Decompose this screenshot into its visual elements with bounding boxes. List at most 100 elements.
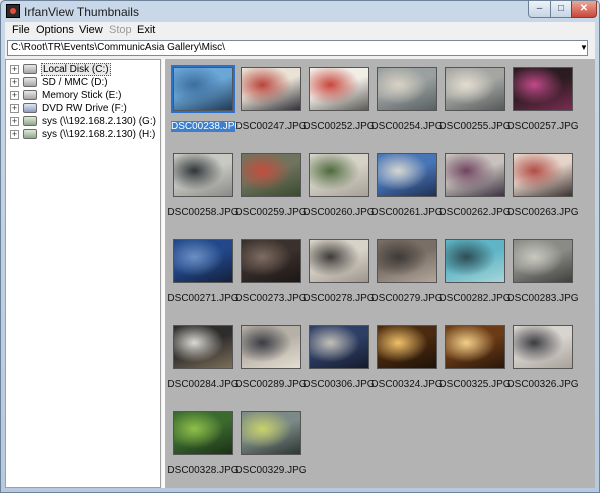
thumbnail-image[interactable] [309,153,369,197]
thumbnail-image[interactable] [513,325,573,369]
thumbnail-item[interactable]: DSC00306.JPG [303,317,375,403]
removable-drive-icon [23,77,37,87]
thumbnail-image[interactable] [241,67,301,111]
thumbnail-item[interactable]: DSC00328.JPG [167,403,239,489]
thumbnail-image[interactable] [241,153,301,197]
thumbnail-filename: DSC00324.JPG [371,379,443,390]
thumbnail-image[interactable] [513,239,573,283]
thumbnail-image[interactable] [445,153,505,197]
tree-item-drive[interactable]: + Local Disk (C:) [6,63,162,76]
thumbnail-item[interactable]: DSC00257.JPG [507,59,579,145]
thumbnail-filename: DSC00262.JPG [439,207,511,218]
thumbnail-item[interactable]: DSC00252.JPG [303,59,375,145]
menu-options[interactable]: Options [36,24,74,36]
thumbnail-item[interactable]: DSC00259.JPG [235,145,307,231]
minimize-button[interactable]: – [528,1,551,18]
thumbnail-image[interactable] [377,153,437,197]
thumbnail-filename: DSC00263.JPG [507,207,579,218]
tree-item-drive[interactable]: + SD / MMC (D:) [6,76,162,89]
menu-bar: File Options View Stop Exit [5,22,595,40]
tree-item-label: Memory Stick (E:) [42,90,122,101]
thumbnail-item[interactable]: DSC00255.JPG [439,59,511,145]
thumbnail-item[interactable]: DSC00278.JPG [303,231,375,317]
menu-exit[interactable]: Exit [137,24,155,36]
expand-plus-icon[interactable]: + [10,91,19,100]
expand-plus-icon[interactable]: + [10,104,19,113]
thumbnail-image[interactable] [377,67,437,111]
expand-plus-icon[interactable]: + [10,78,19,87]
thumbnail-item[interactable]: DSC00247.JPG [235,59,307,145]
thumbnail-filename: DSC00260.JPG [303,207,375,218]
thumbnail-item[interactable]: DSC00254.JPG [371,59,443,145]
hard-drive-icon [23,64,37,74]
thumbnail-filename: DSC00306.JPG [303,379,375,390]
chevron-down-icon[interactable]: ▼ [578,41,590,55]
network-drive-icon [23,129,37,139]
thumbnail-grid[interactable]: DSC00238.JPG DSC00247.JPG DSC00252.JPG DSC0… [165,59,595,488]
tree-item-label: Local Disk (C:) [41,63,111,76]
menu-stop[interactable]: Stop [109,24,132,36]
thumbnail-item[interactable]: DSC00279.JPG [371,231,443,317]
irfanview-thumbnails-window: IrfanView Thumbnails – □ ✕ File Options … [0,0,600,493]
thumbnail-item[interactable]: DSC00263.JPG [507,145,579,231]
thumbnail-filename: DSC00238.JPG [171,121,243,132]
thumbnail-item[interactable]: DSC00238.JPG [169,59,243,145]
thumbnail-item[interactable]: DSC00326.JPG [507,317,579,403]
thumbnail-image[interactable] [173,325,233,369]
thumbnail-item[interactable]: DSC00271.JPG [167,231,239,317]
close-button[interactable]: ✕ [571,1,597,18]
tree-item-drive[interactable]: + sys (\\192.168.2.130) (H:) [6,128,162,141]
menu-file[interactable]: File [12,24,30,36]
thumbnail-filename: DSC00284.JPG [167,379,239,390]
thumbnail-item[interactable]: DSC00262.JPG [439,145,511,231]
tree-item-drive[interactable]: + Memory Stick (E:) [6,89,162,102]
thumbnail-item[interactable]: DSC00283.JPG [507,231,579,317]
thumbnail-image[interactable] [241,239,301,283]
thumbnail-item[interactable]: DSC00261.JPG [371,145,443,231]
thumbnail-image[interactable] [377,325,437,369]
thumbnail-image[interactable] [173,153,233,197]
expand-plus-icon[interactable]: + [10,65,19,74]
irfanview-app-icon[interactable] [6,4,20,18]
thumbnail-item[interactable]: DSC00289.JPG [235,317,307,403]
expand-plus-icon[interactable]: + [10,130,19,139]
thumbnail-item[interactable]: DSC00325.JPG [439,317,511,403]
thumbnail-filename: DSC00282.JPG [439,293,511,304]
window-title: IrfanView Thumbnails [24,5,139,19]
expand-plus-icon[interactable]: + [10,117,19,126]
thumbnail-filename: DSC00289.JPG [235,379,307,390]
thumbnail-image[interactable] [309,239,369,283]
thumbnail-image[interactable] [171,65,235,113]
thumbnail-filename: DSC00278.JPG [303,293,375,304]
tree-item-drive[interactable]: + sys (\\192.168.2.130) (G:) [6,115,162,128]
path-bar: C:\Root\TR\Events\CommunicAsia Gallery\M… [5,39,595,59]
thumbnail-image[interactable] [445,325,505,369]
thumbnail-image[interactable] [173,411,233,455]
thumbnail-item[interactable]: DSC00273.JPG [235,231,307,317]
thumbnail-item[interactable]: DSC00284.JPG [167,317,239,403]
thumbnail-image[interactable] [513,153,573,197]
thumbnail-filename: DSC00257.JPG [507,121,579,132]
tree-item-drive[interactable]: + DVD RW Drive (F:) [6,102,162,115]
thumbnail-image[interactable] [309,67,369,111]
folder-tree[interactable]: + Local Disk (C:) + SD / MMC (D:) + Memory St… [5,59,161,488]
folder-path-combobox[interactable]: C:\Root\TR\Events\CommunicAsia Gallery\M… [7,40,588,56]
menu-view[interactable]: View [79,24,103,36]
thumbnail-item[interactable]: DSC00329.JPG [235,403,307,489]
thumbnail-image[interactable] [377,239,437,283]
thumbnail-item[interactable]: DSC00282.JPG [439,231,511,317]
thumbnail-filename: DSC00254.JPG [371,121,443,132]
thumbnail-image[interactable] [173,239,233,283]
thumbnail-item[interactable]: DSC00258.JPG [167,145,239,231]
thumbnail-image[interactable] [513,67,573,111]
thumbnail-image[interactable] [445,67,505,111]
tree-item-label: sys (\\192.168.2.130) (G:) [42,116,156,127]
maximize-button[interactable]: □ [550,1,572,18]
title-bar[interactable]: IrfanView Thumbnails – □ ✕ [1,1,599,22]
thumbnail-image[interactable] [309,325,369,369]
thumbnail-item[interactable]: DSC00260.JPG [303,145,375,231]
thumbnail-image[interactable] [241,411,301,455]
thumbnail-image[interactable] [241,325,301,369]
thumbnail-item[interactable]: DSC00324.JPG [371,317,443,403]
thumbnail-image[interactable] [445,239,505,283]
